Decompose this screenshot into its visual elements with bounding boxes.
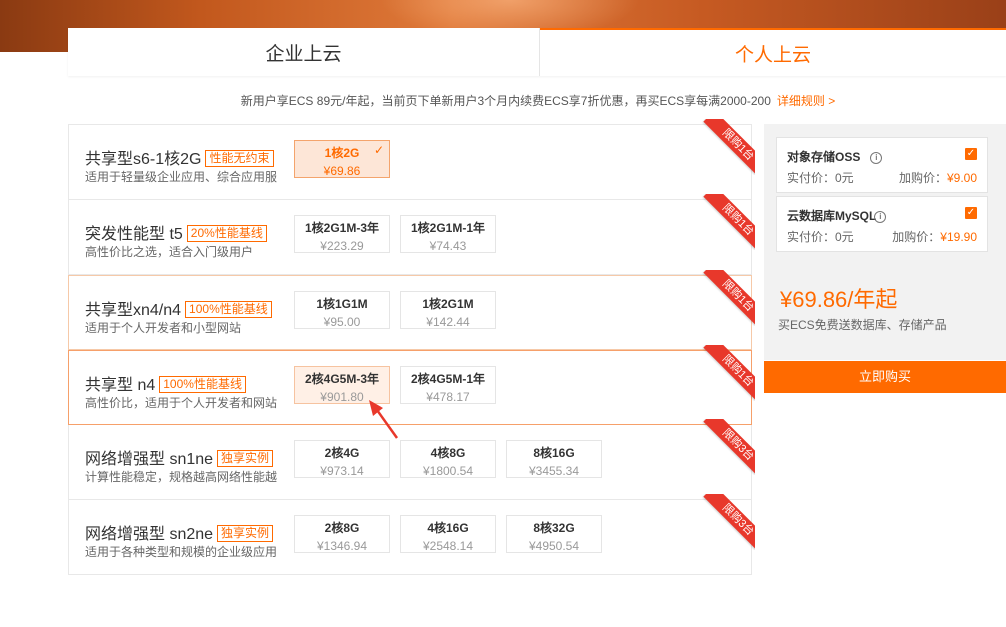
product-name: 共享型xn4/n4 100%性能基线 — [85, 296, 272, 320]
addon-name: 对象存储OSS i — [787, 148, 883, 165]
spec-option[interactable]: 2核4G ¥973.14 — [294, 440, 390, 478]
spec-option[interactable]: 1核2G1M-1年 ¥74.43 — [400, 215, 496, 253]
product-name: 网络增强型 sn2ne 独享实例 — [85, 520, 274, 544]
product-desc: 高性价比，适用于个人开发者和网站 — [85, 396, 278, 410]
addon-oss: 对象存储OSS i ✓ 实付价：0元 加购价：¥9.00 — [776, 137, 988, 193]
product-tag: 20%性能基线 — [186, 225, 267, 242]
product-desc: 计算性能稳定，规格越高网络性能越 — [85, 470, 278, 484]
rules-link[interactable]: 详细规则 > — [777, 94, 835, 108]
total-price: ¥69.86/年起 — [780, 287, 898, 312]
spec-option[interactable]: 4核8G ¥1800.54 — [400, 440, 496, 478]
limit-ribbon: 限购1台 — [699, 270, 755, 326]
spec-option[interactable]: 2核8G ¥1346.94 — [294, 515, 390, 553]
limit-ribbon: 限购1台 — [699, 119, 755, 175]
spec-option[interactable]: 2核4G5M-1年 ¥478.17 — [400, 366, 496, 404]
spec-option[interactable]: 1核2G1M ¥142.44 — [400, 291, 496, 329]
limit-ribbon: 限购3台 — [699, 494, 755, 550]
spec-option[interactable]: 1核1G1M ¥95.00 — [294, 291, 390, 329]
product-name: 网络增强型 sn1ne 独享实例 — [85, 445, 274, 469]
product-row-sn2ne: 网络增强型 sn2ne 独享实例 适用于各种类型和规模的企业级应用 2核8G ¥13… — [68, 494, 755, 575]
product-row-n4: 共享型 n4 100%性能基线 高性价比，适用于个人开发者和网站 2核4G5M-3… — [68, 345, 755, 425]
product-tag: 100%性能基线 — [159, 376, 246, 393]
promo-notice: 新用户享ECS 89元/年起，当前页下单新用户3个月内续费ECS享7折优惠，再买… — [0, 92, 1006, 109]
product-desc: 适用于轻量级企业应用、综合应用服 — [85, 170, 278, 184]
product-tag: 独享实例 — [217, 450, 274, 467]
product-name: 突发性能型 t5 20%性能基线 — [85, 220, 267, 244]
product-list: 共享型s6-1核2G 性能无约束 适用于轻量级企业应用、综合应用服 1核2G ¥6… — [68, 119, 755, 575]
tab-enterprise[interactable]: 企业上云 — [68, 28, 540, 76]
product-row-sn1ne: 网络增强型 sn1ne 独享实例 计算性能稳定，规格越高网络性能越 2核4G ¥97… — [68, 419, 755, 500]
addon-checkbox[interactable]: ✓ — [965, 148, 977, 160]
product-desc: 适用于个人开发者和小型网站 — [85, 321, 242, 335]
spec-option[interactable]: 4核16G ¥2548.14 — [400, 515, 496, 553]
order-summary: 对象存储OSS i ✓ 实付价：0元 加购价：¥9.00 云数据库MySQL i ✓… — [764, 124, 1006, 360]
actual-price: 实付价：0元 — [787, 230, 854, 244]
tab-bar: 企业上云 个人上云 — [68, 28, 1006, 76]
product-desc: 适用于各种类型和规模的企业级应用 — [85, 545, 278, 559]
product-desc: 高性价比之选，适合入门级用户 — [85, 245, 254, 259]
tab-personal[interactable]: 个人上云 — [540, 28, 1006, 76]
addon-name: 云数据库MySQL i — [787, 207, 887, 224]
addon-checkbox[interactable]: ✓ — [965, 207, 977, 219]
product-tag: 性能无约束 — [205, 150, 274, 167]
add-price: 加购价：¥19.90 — [892, 230, 977, 244]
add-price: 加购价：¥9.00 — [898, 171, 977, 185]
actual-price: 实付价：0元 — [787, 171, 854, 185]
product-row-xn4: 共享型xn4/n4 100%性能基线 适用于个人开发者和小型网站 1核1G1M ¥9… — [68, 270, 755, 350]
product-name: 共享型s6-1核2G 性能无约束 — [85, 145, 274, 169]
spec-option[interactable]: 1核2G1M-3年 ¥223.29 — [294, 215, 390, 253]
product-tag: 独享实例 — [217, 525, 274, 542]
product-tag: 100%性能基线 — [185, 301, 272, 318]
spec-option[interactable]: 1核2G ¥69.86 ✓ — [294, 140, 390, 178]
info-circle-icon[interactable]: i — [870, 152, 883, 164]
product-row-s6: 共享型s6-1核2G 性能无约束 适用于轻量级企业应用、综合应用服 1核2G ¥6… — [68, 119, 755, 200]
limit-ribbon: 限购1台 — [699, 194, 755, 250]
spec-option[interactable]: 8核16G ¥3455.34 — [506, 440, 602, 478]
product-row-t5: 突发性能型 t5 20%性能基线 高性价比之选，适合入门级用户 1核2G1M-3年… — [68, 194, 755, 275]
checkmark-icon: ✓ — [373, 143, 384, 157]
product-name: 共享型 n4 100%性能基线 — [85, 371, 246, 395]
total-desc: 买ECS免费送数据库、存储产品 — [778, 318, 947, 332]
notice-text: 新用户享ECS 89元/年起，当前页下单新用户3个月内续费ECS享7折优惠，再买… — [240, 94, 771, 108]
limit-ribbon: 限购1台 — [699, 345, 755, 401]
buy-now-button[interactable]: 立即购买 — [764, 361, 1006, 393]
red-arrow-icon — [369, 400, 399, 439]
limit-ribbon: 限购3台 — [699, 419, 755, 475]
spec-option[interactable]: 8核32G ¥4950.54 — [506, 515, 602, 553]
info-circle-icon[interactable]: i — [874, 211, 887, 223]
addon-mysql: 云数据库MySQL i ✓ 实付价：0元 加购价：¥19.90 — [776, 196, 988, 252]
